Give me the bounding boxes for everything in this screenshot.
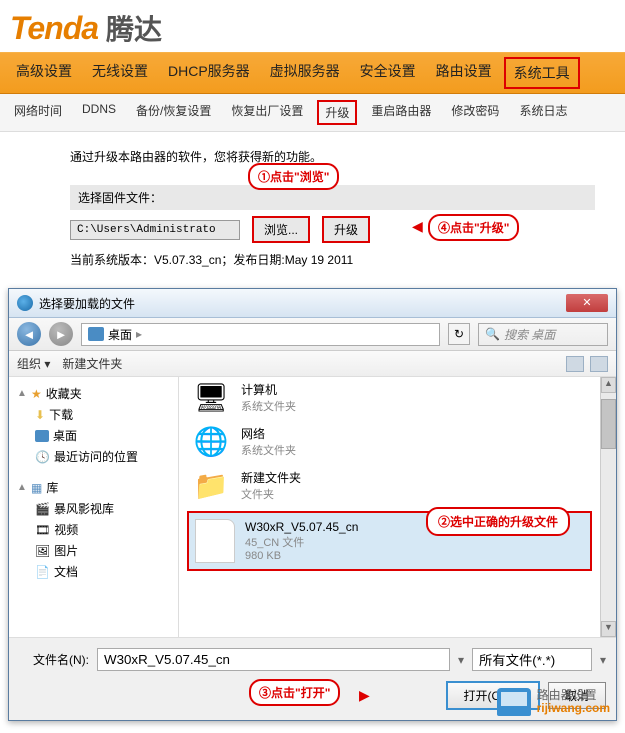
search-icon: 🔍 (485, 327, 500, 341)
filename-label: 文件名(N): (19, 651, 89, 668)
video-lib-icon: 🎬 (35, 502, 50, 516)
forward-button[interactable]: ► (49, 322, 73, 346)
picture-icon: 🖼 (35, 544, 50, 558)
video-icon: 🎞 (35, 523, 50, 537)
scroll-down-button[interactable]: ▼ (601, 621, 616, 637)
tree-documents[interactable]: 📄文档 (31, 561, 174, 582)
callout-4: ④点击"升级" (428, 214, 519, 241)
brand-cn: 腾达 (106, 8, 162, 48)
version-text: 当前系统版本：V5.07.33_cn；发布日期:May 19 2011 (70, 251, 595, 268)
tree-recent[interactable]: 🕓最近访问的位置 (31, 446, 174, 467)
tree-libraries[interactable]: ▲▦库 (13, 477, 174, 498)
tree-pictures[interactable]: 🖼图片 (31, 540, 174, 561)
callout-3: ③点击"打开" (249, 679, 340, 706)
file-computer[interactable]: 🖥 计算机系统文件夹 (187, 377, 592, 419)
dialog-titlebar[interactable]: 选择要加载的文件 ✕ (9, 289, 616, 318)
arrow-icon: ▶ (359, 687, 370, 704)
download-icon: ⬇ (35, 408, 45, 422)
folder-icon: 📁 (191, 467, 231, 503)
refresh-button[interactable]: ↻ (448, 323, 470, 345)
desktop-icon (35, 430, 49, 442)
chevron-right-icon: ▸ (136, 327, 142, 341)
sub-nav: 网络时间 DDNS 备份/恢复设置 恢复出厂设置 升级 重启路由器 修改密码 系… (0, 94, 625, 132)
logo-area: Tenda 腾达 (0, 0, 625, 52)
subnav-factory[interactable]: 恢复出厂设置 (225, 100, 309, 125)
main-nav: 高级设置 无线设置 DHCP服务器 虚拟服务器 安全设置 路由设置 系统工具 (0, 52, 625, 94)
arrow-icon: ◀ (412, 218, 423, 235)
organize-menu[interactable]: 组织 ▾ (17, 355, 50, 372)
dialog-toolbar: ◄ ► 桌面 ▸ ↻ 🔍 搜索 桌面 (9, 318, 616, 351)
tree-desktop[interactable]: 桌面 (31, 425, 174, 446)
dialog-title: 选择要加载的文件 (39, 295, 560, 312)
subnav-syslog[interactable]: 系统日志 (513, 100, 573, 125)
nav-wireless[interactable]: 无线设置 (84, 57, 156, 89)
file-newfolder[interactable]: 📁 新建文件夹文件夹 (187, 463, 592, 507)
firmware-path-input[interactable] (70, 220, 240, 240)
tree-storm[interactable]: 🎬暴风影视库 (31, 498, 174, 519)
ie-icon (17, 295, 33, 311)
nav-routing[interactable]: 路由设置 (428, 57, 500, 89)
subnav-ddns[interactable]: DDNS (76, 100, 122, 125)
subnav-reboot[interactable]: 重启路由器 (365, 100, 437, 125)
nav-advanced[interactable]: 高级设置 (8, 57, 80, 89)
file-open-dialog: 选择要加载的文件 ✕ ◄ ► 桌面 ▸ ↻ 🔍 搜索 桌面 组织 ▾ 新建文件夹… (8, 288, 617, 721)
filename-input[interactable] (97, 648, 450, 671)
subnav-upgrade[interactable]: 升级 (317, 100, 357, 125)
tree-downloads[interactable]: ⬇下载 (31, 404, 174, 425)
scroll-up-button[interactable]: ▲ (601, 377, 616, 393)
selected-file-name: W30xR_V5.07.45_cn (245, 520, 358, 534)
subnav-password[interactable]: 修改密码 (445, 100, 505, 125)
file-icon (195, 519, 235, 563)
close-button[interactable]: ✕ (566, 294, 608, 312)
nav-system-tools[interactable]: 系统工具 (504, 57, 580, 89)
watermark: 路由器设置 rijiwang.com (497, 688, 610, 716)
nav-security[interactable]: 安全设置 (352, 57, 424, 89)
scroll-thumb[interactable] (601, 399, 616, 449)
file-list: 🖥 计算机系统文件夹 🌐 网络系统文件夹 📁 新建文件夹文件夹 ②选中正确的升级… (179, 377, 600, 637)
back-button[interactable]: ◄ (17, 322, 41, 346)
selected-file-type: 45_CN 文件 (245, 534, 358, 550)
watermark-line2: rijiwang.com (537, 701, 610, 715)
document-icon: 📄 (35, 565, 50, 579)
search-input[interactable]: 🔍 搜索 桌面 (478, 323, 608, 346)
router-icon (497, 688, 531, 716)
computer-icon: 🖥 (191, 379, 231, 415)
file-list-scrollbar[interactable]: ▲ ▼ (600, 377, 616, 637)
help-icon[interactable] (590, 356, 608, 372)
nav-virtual[interactable]: 虚拟服务器 (262, 57, 348, 89)
location-text: 桌面 (108, 326, 132, 343)
dialog-sidebar: ▲★收藏夹 ⬇下载 桌面 🕓最近访问的位置 ▲▦库 🎬暴风影视库 🎞视频 🖼图片… (9, 377, 179, 637)
file-row: 浏览... 升级 ◀ ④点击"升级" (70, 214, 595, 245)
new-folder-button[interactable]: 新建文件夹 (62, 355, 122, 372)
selected-file-size: 980 KB (245, 550, 358, 562)
star-icon: ★ (31, 387, 42, 401)
dialog-body: ▲★收藏夹 ⬇下载 桌面 🕓最近访问的位置 ▲▦库 🎬暴风影视库 🎞视频 🖼图片… (9, 377, 616, 637)
recent-icon: 🕓 (35, 450, 50, 464)
intro-text: 通过升级本路由器的软件，您将获得新的功能。 (70, 148, 595, 165)
location-bar[interactable]: 桌面 ▸ (81, 323, 440, 346)
network-icon: 🌐 (191, 423, 231, 459)
nav-dhcp[interactable]: DHCP服务器 (160, 57, 258, 89)
file-network[interactable]: 🌐 网络系统文件夹 (187, 419, 592, 463)
dialog-toolbar-2: 组织 ▾ 新建文件夹 (9, 351, 616, 377)
desktop-icon (88, 327, 104, 341)
filetype-filter[interactable] (472, 648, 592, 671)
library-icon: ▦ (31, 481, 42, 495)
subnav-backup[interactable]: 备份/恢复设置 (130, 100, 217, 125)
select-firmware-label: 选择固件文件： ①点击"浏览" (70, 185, 595, 210)
tree-favorites[interactable]: ▲★收藏夹 (13, 383, 174, 404)
view-icon[interactable] (566, 356, 584, 372)
upgrade-button[interactable]: 升级 (322, 216, 370, 243)
callout-2: ②选中正确的升级文件 (426, 507, 570, 536)
upgrade-content: 通过升级本路由器的软件，您将获得新的功能。 选择固件文件： ①点击"浏览" 浏览… (0, 132, 625, 276)
callout-1: ①点击"浏览" (248, 163, 339, 190)
subnav-time[interactable]: 网络时间 (8, 100, 68, 125)
browse-button[interactable]: 浏览... (252, 216, 310, 243)
brand-logo: Tenda (10, 10, 98, 47)
tree-videos[interactable]: 🎞视频 (31, 519, 174, 540)
